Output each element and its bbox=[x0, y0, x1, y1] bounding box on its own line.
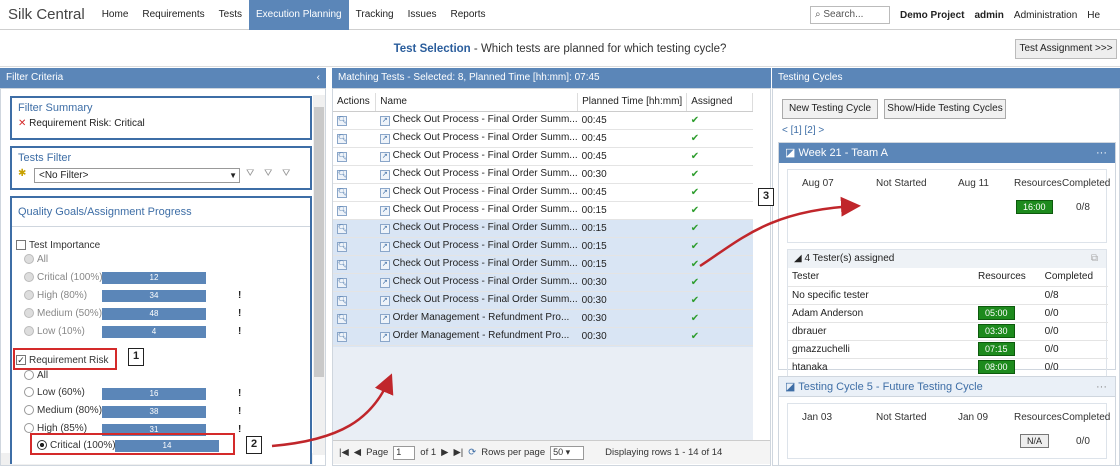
callout-2: 2 bbox=[246, 436, 262, 454]
callout-3: 3 bbox=[758, 188, 774, 206]
arrow-2 bbox=[271, 373, 394, 448]
annotation-arrows bbox=[271, 196, 861, 448]
arrow-3 bbox=[699, 196, 861, 268]
callout-1: 1 bbox=[128, 348, 144, 366]
